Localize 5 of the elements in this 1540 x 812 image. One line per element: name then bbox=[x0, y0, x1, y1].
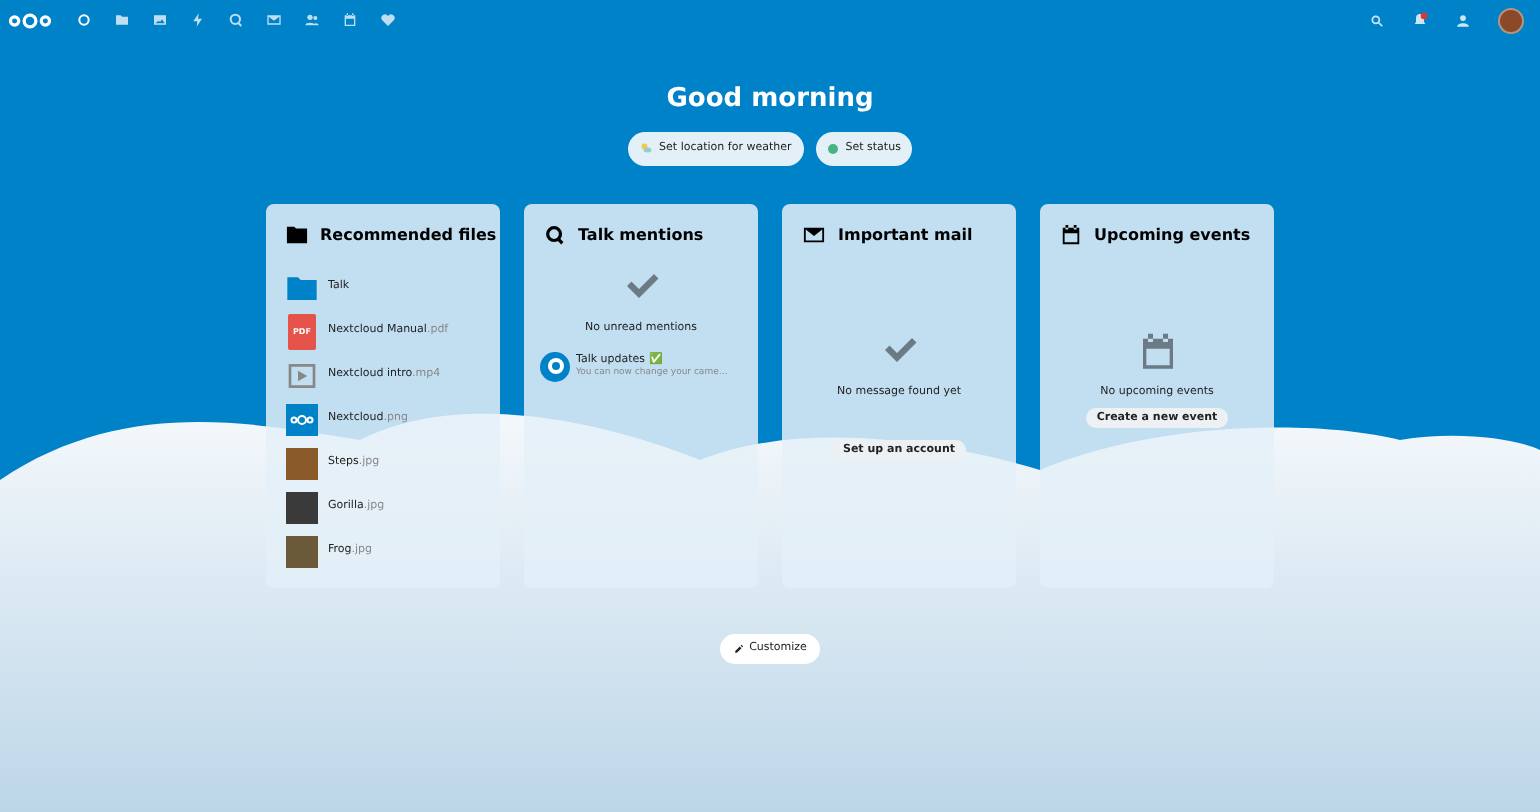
widget-title: Talk mentions bbox=[578, 223, 704, 247]
widget-title: Upcoming events bbox=[1094, 223, 1251, 247]
widget-title: Recommended files bbox=[320, 223, 497, 247]
widget-title: Important mail bbox=[838, 223, 973, 247]
greeting-heading: Good morning bbox=[666, 82, 874, 118]
